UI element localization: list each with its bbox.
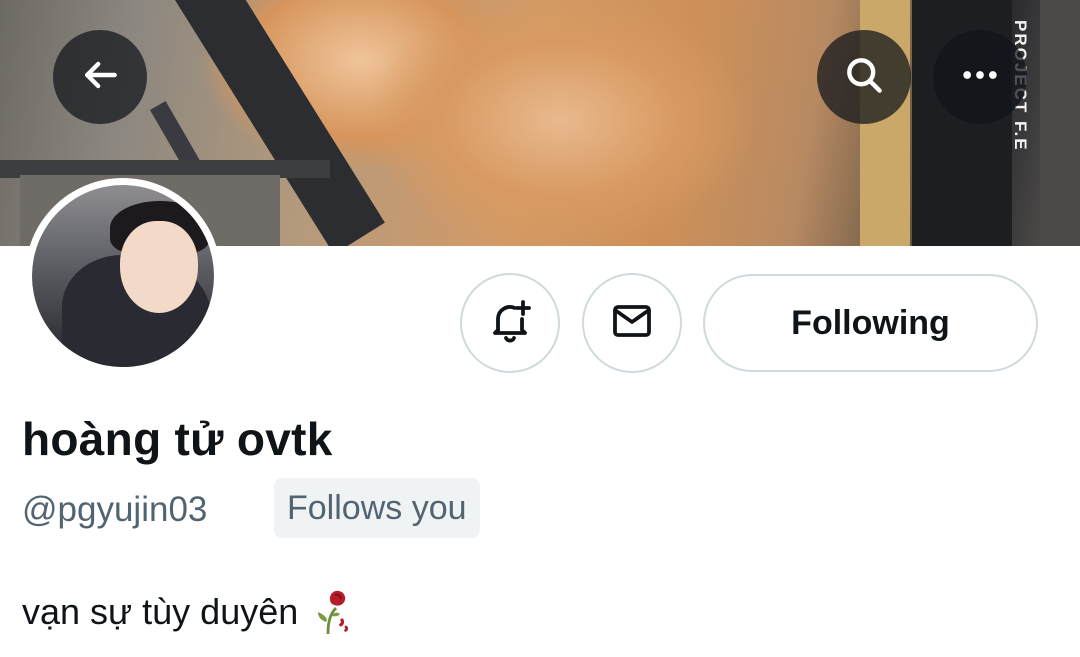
message-button[interactable] — [582, 273, 682, 373]
back-button[interactable] — [53, 30, 147, 124]
notifications-button[interactable] — [460, 273, 560, 373]
bio: vạn sự tùy duyên — [22, 588, 358, 636]
search-icon — [842, 53, 886, 102]
avatar[interactable] — [25, 178, 221, 374]
search-button[interactable] — [817, 30, 911, 124]
following-button[interactable]: Following — [703, 274, 1038, 372]
envelope-icon — [608, 297, 656, 350]
banner-detail — [1040, 0, 1080, 246]
avatar-image — [32, 185, 214, 367]
avatar-detail — [120, 221, 198, 313]
user-handle: @pgyujin03 — [22, 490, 208, 529]
more-button[interactable] — [933, 30, 1027, 124]
bio-text: vạn sự tùy duyên — [22, 591, 299, 632]
follows-you-badge: Follows you — [274, 478, 480, 538]
more-horizontal-icon — [958, 53, 1002, 102]
arrow-left-icon — [78, 53, 122, 102]
bell-plus-icon — [486, 297, 534, 350]
wilted-rose-icon — [310, 588, 358, 636]
display-name: hoàng tử ovtk — [22, 413, 333, 465]
